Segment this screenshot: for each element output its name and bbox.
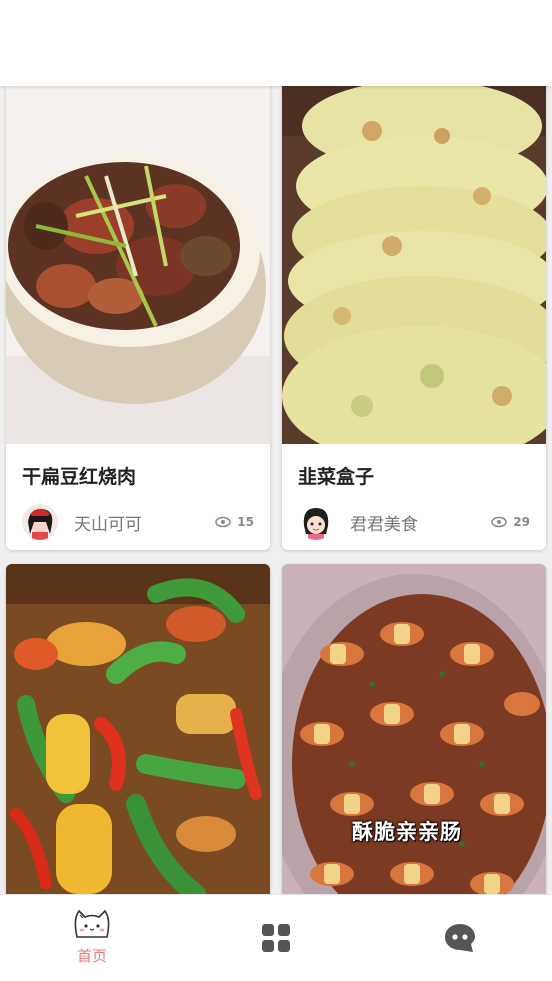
chat-icon: [445, 924, 475, 952]
recipe-feed[interactable]: 干扁豆红烧肉 天山可可 15 韭菜盒子 君君美食 29 酥脆亲亲肠: [0, 86, 552, 894]
avatar[interactable]: [22, 504, 58, 540]
recipe-meta: 天山可可 15: [6, 496, 270, 540]
grid-icon: [262, 924, 290, 952]
avatar[interactable]: [298, 504, 334, 540]
bottom-tab-bar: 首页: [0, 894, 552, 981]
eye-icon: [491, 516, 508, 528]
view-count: 29: [491, 515, 530, 529]
recipe-card[interactable]: 酥脆亲亲肠: [282, 564, 546, 894]
recipe-title: 干扁豆红烧肉: [22, 466, 137, 488]
cat-icon: [74, 909, 110, 938]
author-name[interactable]: 天山可可: [74, 510, 215, 535]
recipe-card[interactable]: [6, 564, 270, 894]
eye-icon: [215, 516, 232, 528]
recipe-card[interactable]: 干扁豆红烧肉 天山可可 15: [6, 86, 270, 550]
view-count-value: 29: [513, 515, 530, 529]
recipe-image: [282, 86, 546, 444]
recipe-image: [6, 564, 270, 894]
top-bar: [0, 0, 552, 86]
recipe-title: 韭菜盒子: [298, 466, 375, 488]
author-name[interactable]: 君君美食: [350, 510, 491, 535]
recipe-meta: 君君美食 29: [282, 496, 546, 540]
recipe-card[interactable]: 韭菜盒子 君君美食 29: [282, 86, 546, 550]
view-count-value: 15: [237, 515, 254, 529]
image-caption: 酥脆亲亲肠: [352, 820, 462, 844]
tab-categories[interactable]: [184, 895, 368, 981]
recipe-image: 酥脆亲亲肠: [282, 564, 546, 894]
view-count: 15: [215, 515, 254, 529]
tab-home-label: 首页: [76, 947, 107, 965]
recipe-image: [6, 86, 270, 444]
tab-messages[interactable]: [368, 895, 552, 981]
tab-home[interactable]: 首页: [0, 895, 184, 981]
